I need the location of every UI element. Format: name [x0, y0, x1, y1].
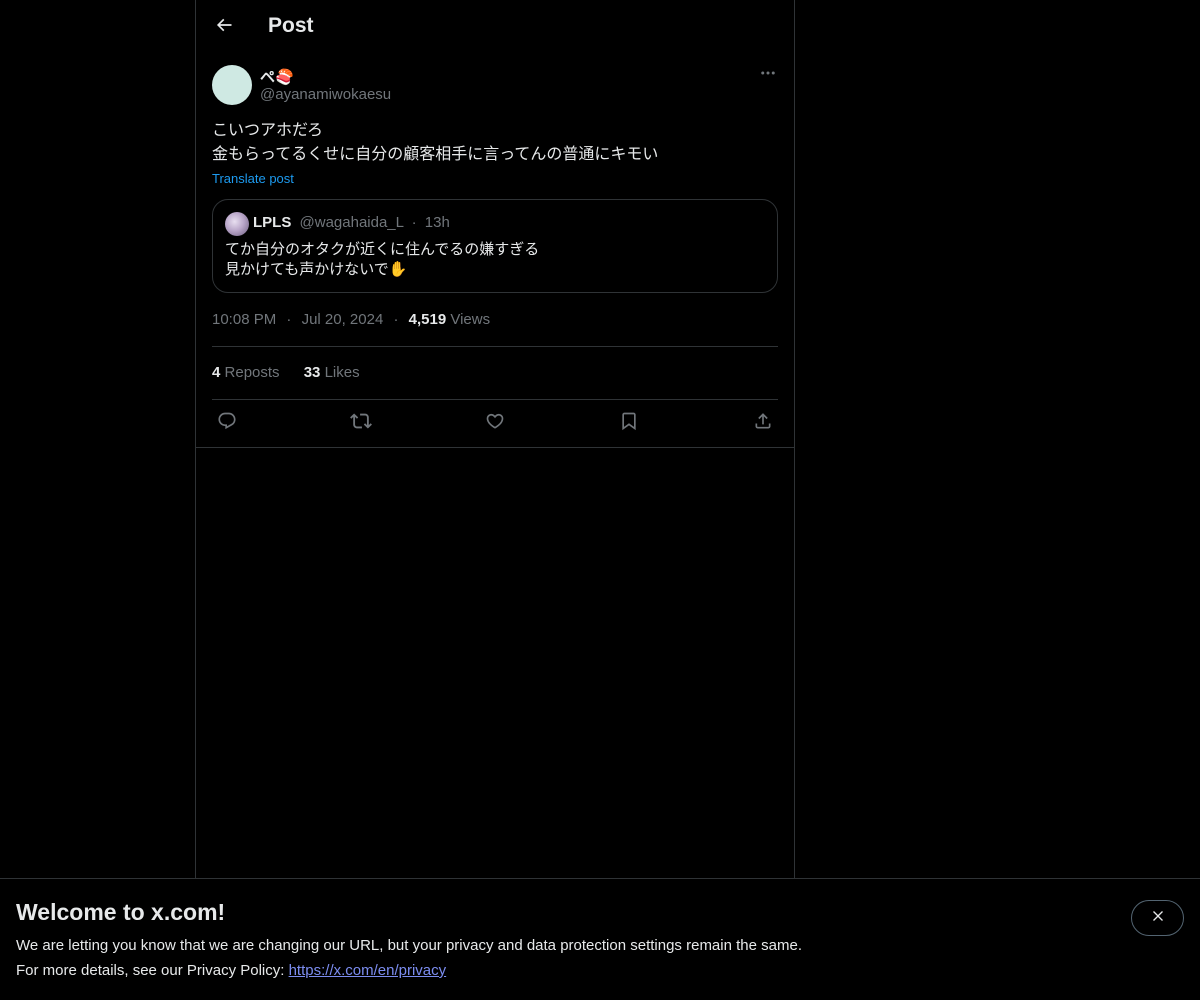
quote-author-handle: @wagahaida_L — [299, 214, 404, 231]
post-text: こいつアホだろ 金もらってるくせに自分の顧客相手に言ってんの普通にキモい — [212, 122, 659, 163]
close-banner-button[interactable] — [1131, 900, 1184, 936]
reposts-stat[interactable]: 4 Reposts — [212, 364, 284, 381]
post-header: Post — [196, 0, 794, 54]
reply-icon — [217, 411, 237, 436]
post-stats: 4 Reposts 33 Likes — [212, 364, 380, 381]
arrow-left-icon — [214, 15, 234, 40]
views-label: Views — [450, 311, 491, 328]
bookmark-icon — [619, 411, 639, 436]
likes-label: Likes — [324, 364, 360, 381]
back-button[interactable] — [208, 11, 240, 43]
meta-separator: · — [393, 311, 399, 328]
privacy-policy-link[interactable]: https://x.com/en/privacy — [289, 962, 447, 979]
author-handle[interactable]: @ayanamiwokaesu — [260, 86, 391, 103]
bookmark-button[interactable] — [614, 408, 644, 438]
quote-author-avatar — [225, 212, 249, 236]
meta-separator: · — [286, 311, 292, 328]
repost-button[interactable] — [346, 408, 376, 438]
page-title: Post — [268, 14, 314, 37]
reposts-count: 4 — [212, 364, 221, 381]
share-icon — [753, 411, 773, 436]
banner-title: Welcome to x.com! — [16, 899, 226, 925]
divider — [212, 399, 778, 400]
reposts-label: Reposts — [224, 364, 280, 381]
more-options-button[interactable] — [754, 64, 782, 86]
banner-message: We are letting you know that we are chan… — [16, 937, 802, 954]
primary-column: Post ペ🍣 @ayanamiwokaesu こいつアホだろ 金もらってるくせ… — [195, 0, 795, 1000]
likes-stat[interactable]: 33 Likes — [304, 364, 360, 381]
quoted-post[interactable]: LPLS @wagahaida_L · 13h てか自分のオタクが近くに住んでる… — [212, 199, 778, 293]
action-bar — [212, 408, 778, 438]
translate-post-link[interactable]: Translate post — [212, 171, 294, 186]
quote-separator: · — [411, 214, 417, 231]
likes-count: 33 — [303, 364, 321, 381]
divider — [212, 346, 778, 347]
banner-privacy-line: For more details, see our Privacy Policy… — [16, 962, 446, 979]
welcome-banner: Welcome to x.com! We are letting you kno… — [0, 878, 1200, 1000]
quote-time: 13h — [424, 214, 450, 231]
quote-author-name: LPLS — [253, 214, 292, 231]
share-button[interactable] — [748, 408, 778, 438]
author-name[interactable]: ペ🍣 — [260, 66, 294, 87]
post-date[interactable]: Jul 20, 2024 — [302, 311, 384, 328]
like-button[interactable] — [480, 408, 510, 438]
close-icon — [1150, 908, 1166, 929]
divider — [196, 447, 794, 448]
quote-meta: LPLS @wagahaida_L · 13h — [253, 214, 450, 231]
post-meta-line: 10:08 PM · Jul 20, 2024 · 4,519 Views — [212, 311, 490, 328]
more-icon — [759, 64, 777, 87]
heart-icon — [485, 411, 505, 436]
author-avatar[interactable] — [212, 65, 252, 105]
views-count: 4,519 — [408, 311, 447, 328]
post-time[interactable]: 10:08 PM — [212, 311, 276, 328]
repost-icon — [350, 410, 372, 437]
quote-text: てか自分のオタクが近くに住んでるの嫌すぎる 見かけても声かけないで✋ — [225, 241, 540, 278]
reply-button[interactable] — [212, 408, 242, 438]
banner-privacy-prefix: For more details, see our Privacy Policy… — [16, 962, 289, 979]
